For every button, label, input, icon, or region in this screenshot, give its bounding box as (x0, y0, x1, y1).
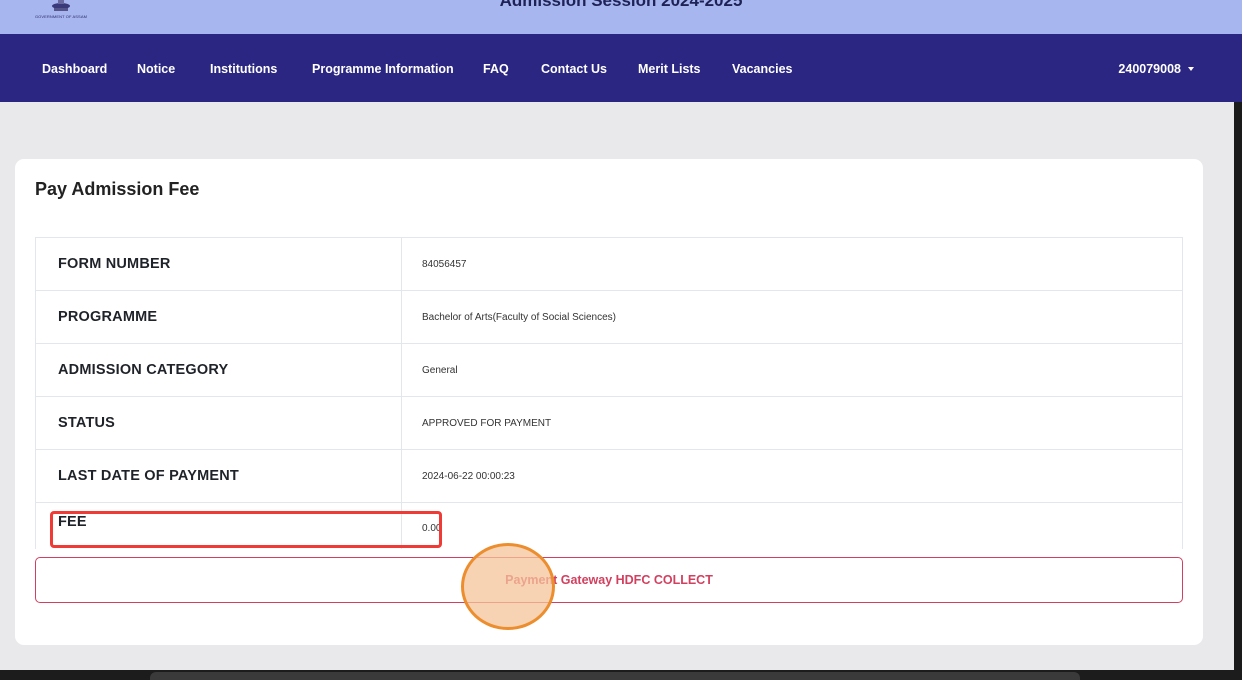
user-id: 240079008 (1118, 62, 1181, 76)
main-navbar: Dashboard Notice Institutions Programme … (0, 34, 1242, 102)
logo-caption: GOVERNMENT OF ASSAM (34, 14, 88, 19)
table-row: FORM NUMBER 84056457 (35, 237, 1183, 291)
user-menu[interactable]: 240079008 (1118, 62, 1194, 76)
fee-value-cell: 0.00 (401, 502, 1183, 549)
chevron-down-icon (1188, 67, 1194, 71)
nav-contact-us[interactable]: Contact Us (541, 62, 607, 76)
nav-institutions[interactable]: Institutions (210, 62, 277, 76)
table-row: PROGRAMME Bachelor of Arts(Faculty of So… (35, 290, 1183, 344)
table-row: ADMISSION CATEGORY General (35, 343, 1183, 397)
nav-notice[interactable]: Notice (137, 62, 175, 76)
nav-merit-lists[interactable]: Merit Lists (638, 62, 701, 76)
row-value: General (401, 343, 1183, 397)
bottom-strip (0, 670, 1242, 680)
nav-faq[interactable]: FAQ (483, 62, 509, 76)
row-label: FORM NUMBER (35, 237, 402, 291)
table-row: STATUS APPROVED FOR PAYMENT (35, 396, 1183, 450)
row-value: APPROVED FOR PAYMENT (401, 396, 1183, 450)
fee-value: 0.00 (422, 522, 442, 534)
nav-vacancies[interactable]: Vacancies (732, 62, 792, 76)
row-value: 2024-06-22 00:00:23 (401, 449, 1183, 503)
row-value: Bachelor of Arts(Faculty of Social Scien… (401, 290, 1183, 344)
row-label: LAST DATE OF PAYMENT (35, 449, 402, 503)
dock-bar (150, 672, 1080, 680)
banner-title: Admission Session 2024-2025 (499, 0, 743, 10)
fee-label: FEE (58, 514, 87, 530)
admission-details-table: FORM NUMBER 84056457 PROGRAMME Bachelor … (35, 237, 1183, 549)
top-banner: GOVERNMENT OF ASSAM Admission Session 20… (0, 0, 1242, 34)
row-label: ADMISSION CATEGORY (35, 343, 402, 397)
payment-gateway-button[interactable]: Payment Gateway HDFC COLLECT (35, 557, 1183, 603)
window-edge (1234, 102, 1242, 680)
row-label: PROGRAMME (35, 290, 402, 344)
card-title: Pay Admission Fee (35, 179, 200, 199)
nav-dashboard[interactable]: Dashboard (42, 62, 107, 76)
pay-admission-fee-card: Pay Admission Fee FORM NUMBER 84056457 P… (15, 159, 1203, 645)
fee-label-cell: FEE (35, 502, 402, 549)
row-label: STATUS (35, 396, 402, 450)
table-row-fee: FEE 0.00 (35, 502, 1183, 549)
table-row: LAST DATE OF PAYMENT 2024-06-22 00:00:23 (35, 449, 1183, 503)
row-value: 84056457 (401, 237, 1183, 291)
nav-programme-information[interactable]: Programme Information (312, 62, 454, 76)
